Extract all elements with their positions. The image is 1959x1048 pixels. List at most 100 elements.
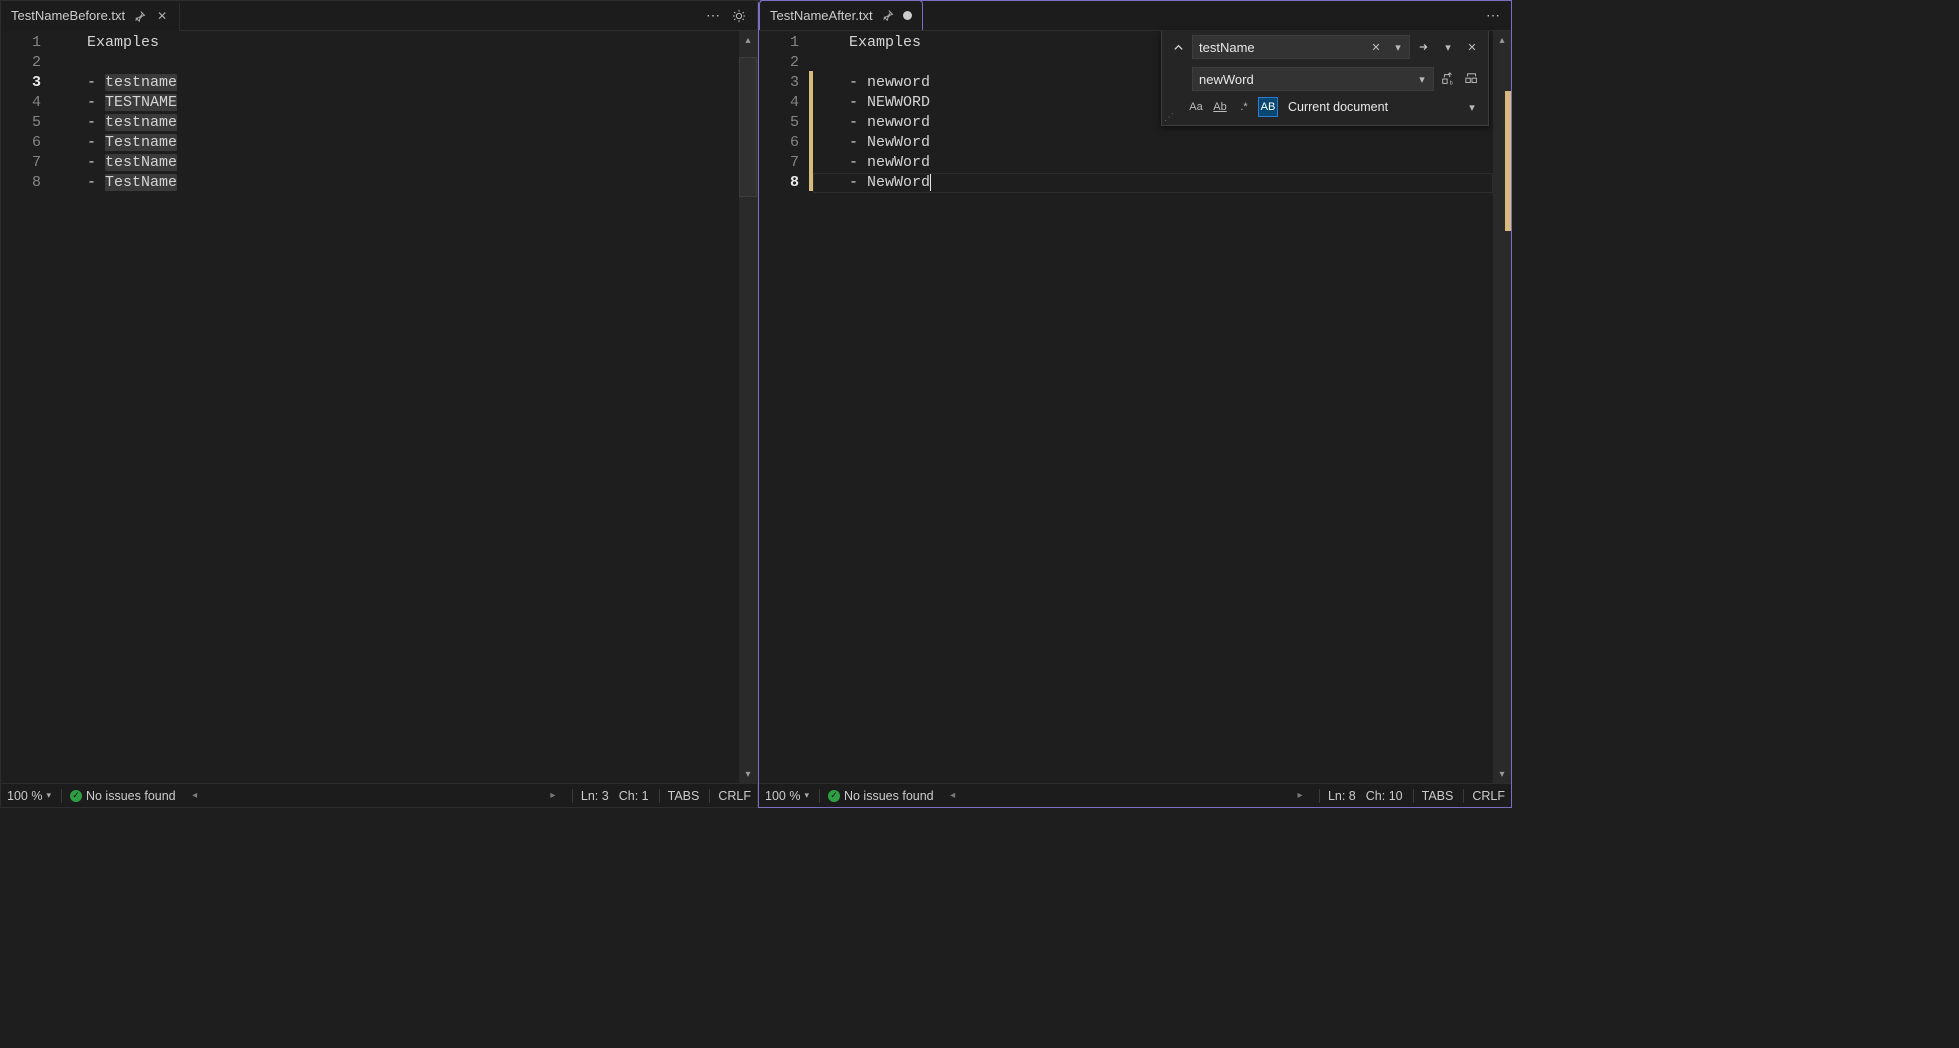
selection: TESTNAME [105, 94, 177, 111]
close-icon[interactable]: ✕ [1366, 37, 1386, 57]
svg-text:b: b [1450, 80, 1453, 86]
more-icon[interactable]: ⋯ [703, 6, 723, 26]
pin-icon[interactable] [133, 9, 147, 23]
issues-indicator[interactable]: ✓No issues found [819, 789, 934, 803]
code-line: - testname [51, 113, 739, 133]
line-number: 4 [1, 93, 41, 113]
cursor-line[interactable]: Ln: 3 [572, 789, 609, 803]
code-line: - NewWord [813, 173, 1493, 193]
zoom-level[interactable]: 100 %▾ [7, 789, 51, 803]
selection: testname [105, 74, 177, 91]
replace-next-icon[interactable] [1414, 37, 1434, 57]
scroll-down-icon[interactable]: ▾ [1493, 765, 1511, 783]
text-cursor [930, 174, 931, 191]
line-number: 5 [759, 113, 799, 133]
workspace: TestNameBefore.txt ✕ ⋯ 1 2 3 [0, 0, 1512, 808]
match-case-icon[interactable]: Aa [1186, 97, 1206, 117]
code-left[interactable]: Examples - testname - TESTNAME - testnam… [51, 31, 739, 783]
scroll-left-icon[interactable]: ◂ [186, 790, 204, 801]
code-line: - TESTNAME [51, 93, 739, 113]
issues-indicator[interactable]: ✓No issues found [61, 789, 176, 803]
overview-change-marker [1505, 91, 1511, 231]
check-icon: ✓ [70, 790, 82, 802]
gutter-right: 1 2 3 4 5 6 7 8 [759, 31, 809, 783]
statusbar-left: 100 %▾ ✓No issues found ◂ ▸ Ln: 3 Ch: 1 … [1, 783, 757, 807]
code-right[interactable]: Examples - newword - NEWWORD - newword -… [813, 31, 1493, 783]
collapse-up-icon[interactable] [1168, 37, 1188, 57]
selection: testName [105, 154, 177, 171]
scroll-up-icon[interactable]: ▴ [1493, 31, 1511, 49]
selection: TestName [105, 174, 177, 191]
tab-right[interactable]: TestNameAfter.txt [759, 0, 923, 30]
tab-title-left: TestNameBefore.txt [11, 8, 125, 23]
gutter-left: 1 2 3 4 5 6 7 8 [1, 31, 51, 783]
cursor-col[interactable]: Ch: 1 [619, 789, 649, 803]
line-number: 8 [1, 173, 41, 193]
line-number: 1 [1, 33, 41, 53]
chevron-down-icon[interactable]: ▾ [1412, 69, 1432, 89]
gear-icon[interactable] [729, 6, 749, 26]
cursor-line[interactable]: Ln: 8 [1319, 789, 1356, 803]
line-number: 5 [1, 113, 41, 133]
line-number: 3 [1, 73, 41, 93]
replace-input-wrap: ▾ [1192, 67, 1434, 91]
chevron-down-icon: ▾ [804, 790, 809, 801]
dirty-indicator-icon [903, 11, 912, 20]
chevron-down-icon: ▾ [46, 790, 51, 801]
scroll-right-icon[interactable]: ▸ [544, 790, 562, 801]
more-icon[interactable]: ⋯ [1483, 6, 1503, 26]
indent-mode[interactable]: TABS [659, 789, 700, 803]
code-line: - NewWord [813, 133, 1493, 153]
indent-mode[interactable]: TABS [1413, 789, 1454, 803]
code-line: - testname [51, 73, 739, 93]
minimap-viewport[interactable] [739, 57, 757, 197]
line-number: 1 [759, 33, 799, 53]
code-line: - testName [51, 153, 739, 173]
tab-bar-right: TestNameAfter.txt ⋯ [759, 1, 1511, 31]
line-number: 2 [1, 53, 41, 73]
horizontal-scrollbar[interactable]: ◂ ▸ [944, 790, 1309, 801]
scroll-up-icon[interactable]: ▴ [739, 31, 757, 49]
code-line: - TestName [51, 173, 739, 193]
search-input-wrap: ✕ ▾ [1192, 35, 1410, 59]
use-regex-icon[interactable]: .* [1234, 97, 1254, 117]
overview-ruler [1505, 61, 1511, 759]
line-number: 6 [1, 133, 41, 153]
line-number: 2 [759, 53, 799, 73]
editor-left[interactable]: 1 2 3 4 5 6 7 8 Examples - testname - TE… [1, 31, 757, 783]
find-replace-panel: ✕ ▾ ▾ ✕ . ▾ [1161, 31, 1489, 126]
close-icon[interactable]: ✕ [155, 9, 169, 23]
chevron-down-icon[interactable]: ▾ [1462, 97, 1482, 117]
right-editor-pane: TestNameAfter.txt ⋯ [758, 0, 1512, 808]
code-line: Examples [51, 33, 739, 53]
line-number: 6 [759, 133, 799, 153]
tab-left[interactable]: TestNameBefore.txt ✕ [1, 1, 180, 31]
line-ending[interactable]: CRLF [1463, 789, 1505, 803]
scroll-track[interactable] [739, 49, 757, 765]
resize-grip-icon[interactable]: ⋰ [1164, 112, 1174, 123]
left-editor-pane: TestNameBefore.txt ✕ ⋯ 1 2 3 [0, 0, 758, 808]
replace-one-icon[interactable]: b [1438, 69, 1458, 89]
vertical-scrollbar-left[interactable]: ▴ ▾ [739, 31, 757, 783]
horizontal-scrollbar[interactable]: ◂ ▸ [186, 790, 562, 801]
chevron-down-icon[interactable]: ▾ [1438, 37, 1458, 57]
pin-icon[interactable] [881, 8, 895, 22]
replace-all-icon[interactable] [1462, 69, 1482, 89]
preserve-case-icon[interactable]: AB [1258, 97, 1278, 117]
match-whole-word-icon[interactable]: Ab [1210, 97, 1230, 117]
replace-input[interactable] [1192, 67, 1434, 91]
editor-right[interactable]: ✕ ▾ ▾ ✕ . ▾ [759, 31, 1511, 783]
tab-title-right: TestNameAfter.txt [770, 8, 873, 23]
scroll-down-icon[interactable]: ▾ [739, 765, 757, 783]
zoom-level[interactable]: 100 %▾ [765, 789, 809, 803]
search-scope-dropdown[interactable]: Current document [1282, 100, 1458, 114]
tab-bar-left: TestNameBefore.txt ✕ ⋯ [1, 1, 757, 31]
selection: Testname [105, 134, 177, 151]
code-line: - newWord [813, 153, 1493, 173]
cursor-col[interactable]: Ch: 10 [1366, 789, 1403, 803]
close-panel-icon[interactable]: ✕ [1462, 37, 1482, 57]
scroll-right-icon[interactable]: ▸ [1291, 790, 1309, 801]
chevron-down-icon[interactable]: ▾ [1388, 37, 1408, 57]
line-ending[interactable]: CRLF [709, 789, 751, 803]
scroll-left-icon[interactable]: ◂ [944, 790, 962, 801]
